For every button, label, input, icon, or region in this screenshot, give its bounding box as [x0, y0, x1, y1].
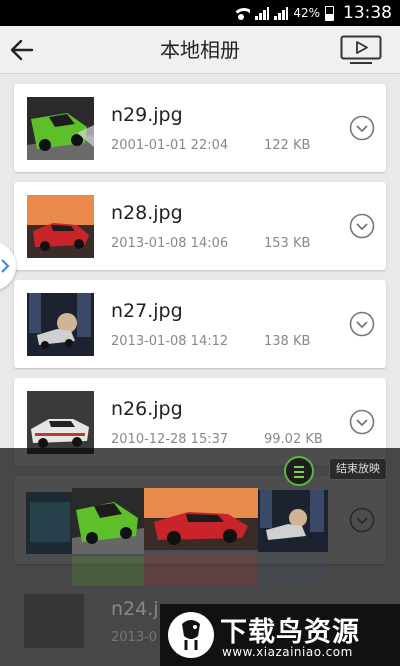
app-header: 本地相册 [0, 26, 400, 74]
bird-logo-icon [168, 612, 214, 658]
photo-thumbnail [27, 97, 94, 160]
slideshow-play-icon[interactable] [340, 35, 382, 65]
photo-thumbnail [27, 391, 94, 454]
signal-icon-sim2 [274, 6, 289, 20]
list-item[interactable]: n28.jpg 2013-01-08 14:06 153 KB [14, 182, 386, 270]
carousel-slide[interactable] [72, 488, 144, 554]
end-slideshow-button[interactable]: 结束放映 [329, 458, 387, 480]
chevron-down-icon[interactable] [349, 409, 375, 435]
wifi-icon [232, 6, 251, 20]
carousel-slide[interactable] [258, 490, 328, 552]
signal-icon-sim1 [255, 6, 270, 20]
watermark: 下载鸟资源 www.xiazainiao.com [160, 604, 400, 666]
file-date: 2010-12-28 15:37 [111, 432, 229, 447]
list-item[interactable]: n27.jpg 2013-01-08 14:12 138 KB [14, 280, 386, 368]
chevron-down-icon[interactable] [349, 115, 375, 141]
photo-thumbnail [27, 293, 94, 356]
file-name: n29.jpg [111, 104, 183, 126]
menu-lines-icon[interactable] [284, 456, 314, 486]
watermark-url: www.xiazainiao.com [222, 645, 353, 659]
clock: 13:38 [343, 3, 392, 23]
watermark-brand: 下载鸟资源 [220, 617, 360, 648]
status-bar: 42% 13:38 [0, 0, 400, 26]
back-arrow-icon[interactable] [6, 34, 38, 66]
file-size: 122 KB [264, 138, 311, 153]
battery-icon [325, 5, 334, 21]
file-name: n27.jpg [111, 300, 183, 322]
file-date: 2013-01-08 14:12 [111, 334, 229, 349]
file-size: 153 KB [264, 236, 311, 251]
carousel-slide-active[interactable] [144, 488, 258, 550]
file-size: 99.02 KB [264, 432, 323, 447]
file-name: n28.jpg [111, 202, 183, 224]
file-date: 2013-01-08 14:06 [111, 236, 229, 251]
file-name: n26.jpg [111, 398, 183, 420]
chevron-down-icon[interactable] [349, 213, 375, 239]
file-size: 138 KB [264, 334, 311, 349]
list-item[interactable]: n29.jpg 2001-01-01 22:04 122 KB [14, 84, 386, 172]
photo-thumbnail [27, 195, 94, 258]
carousel-slide[interactable] [26, 492, 74, 554]
battery-percent: 42% [293, 6, 320, 20]
file-date: 2001-01-01 22:04 [111, 138, 229, 153]
carousel-reflection [72, 556, 328, 586]
chevron-right-icon [1, 259, 10, 273]
photo-thumbnail [24, 594, 84, 648]
file-date: 2013-0 [111, 630, 158, 645]
chevron-down-icon[interactable] [349, 311, 375, 337]
